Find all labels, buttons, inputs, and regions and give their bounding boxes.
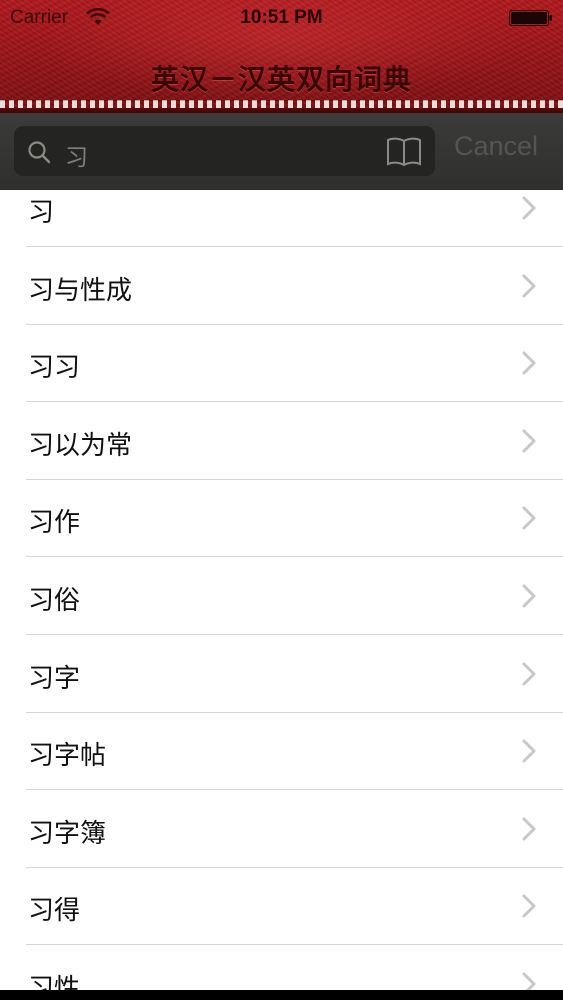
result-label: 习习 bbox=[28, 353, 81, 383]
chevron-right-icon bbox=[522, 817, 536, 841]
chevron-right-icon bbox=[522, 196, 536, 220]
result-row[interactable]: 习以为常 bbox=[0, 402, 563, 480]
result-row[interactable]: 习字簿 bbox=[0, 790, 563, 868]
search-input[interactable]: 习 bbox=[14, 126, 435, 176]
result-row[interactable]: 习性 bbox=[0, 945, 563, 990]
nav-title: 英汉－汉英双向词典 bbox=[150, 63, 412, 96]
chevron-right-icon bbox=[522, 429, 536, 453]
cancel-button[interactable]: Cancel bbox=[454, 131, 538, 162]
result-row[interactable]: 习字帖 bbox=[0, 712, 563, 790]
chevron-right-icon bbox=[522, 274, 536, 298]
result-row[interactable]: 习得 bbox=[0, 867, 563, 945]
result-label: 习 bbox=[28, 198, 55, 228]
status-time: 10:51 PM bbox=[240, 7, 323, 28]
bottom-edge bbox=[0, 990, 563, 1000]
results-list: 习习与性成习习习以为常习作习俗习字习字帖习字簿习得习性 bbox=[0, 190, 563, 990]
app-screen: Carrier 10:51 PM 英汉－汉英双向词典 习 Cancel 习 习与… bbox=[0, 0, 563, 1000]
chevron-right-icon bbox=[522, 351, 536, 375]
result-row[interactable]: 习作 bbox=[0, 479, 563, 557]
result-label: 习字簿 bbox=[28, 819, 107, 849]
chevron-right-icon bbox=[522, 506, 536, 530]
header-bar: Carrier 10:51 PM 英汉－汉英双向词典 bbox=[0, 0, 563, 113]
result-label: 习得 bbox=[28, 896, 81, 926]
search-icon bbox=[28, 141, 51, 164]
result-label: 习字 bbox=[28, 664, 81, 694]
result-label: 习字帖 bbox=[28, 741, 107, 771]
stitch-divider bbox=[0, 100, 563, 108]
result-row[interactable]: 习与性成 bbox=[0, 247, 563, 325]
chevron-right-icon bbox=[522, 662, 536, 686]
result-row[interactable]: 习习 bbox=[0, 324, 563, 402]
battery-icon bbox=[509, 10, 552, 26]
result-row[interactable]: 习 bbox=[0, 190, 563, 247]
result-label: 习性 bbox=[28, 974, 81, 990]
search-bar: 习 Cancel bbox=[0, 113, 563, 190]
search-query[interactable]: 习 bbox=[65, 138, 88, 172]
result-label: 习与性成 bbox=[28, 276, 133, 306]
result-label: 习俗 bbox=[28, 586, 81, 616]
result-label: 习作 bbox=[28, 508, 81, 538]
chevron-right-icon bbox=[522, 584, 536, 608]
chevron-right-icon bbox=[522, 894, 536, 918]
result-label: 习以为常 bbox=[28, 431, 133, 461]
status-bar: Carrier 10:51 PM bbox=[0, 0, 563, 36]
result-row[interactable]: 习俗 bbox=[0, 557, 563, 635]
book-icon[interactable] bbox=[385, 136, 423, 168]
chevron-right-icon bbox=[522, 739, 536, 763]
result-row[interactable]: 习字 bbox=[0, 635, 563, 713]
chevron-right-icon bbox=[522, 972, 536, 990]
